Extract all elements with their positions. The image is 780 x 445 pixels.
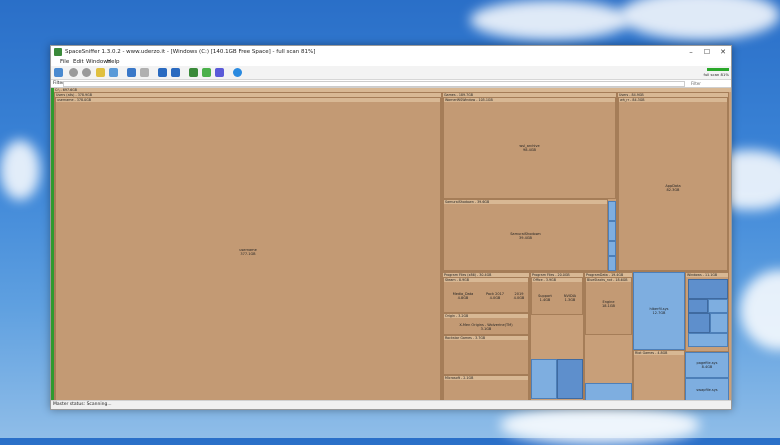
status-bar: Master status: Scanning... xyxy=(51,400,731,409)
riot-header: Riot Games - 4.8GB xyxy=(634,351,684,355)
riot-folder[interactable]: Riot Games - 4.8GB xyxy=(633,350,685,402)
rockstar-folder[interactable]: Rockstar Games - 3.7GB xyxy=(443,335,529,375)
back-icon[interactable] xyxy=(69,68,78,77)
program-files-folder[interactable]: Program Files - 20.0GB Office - 3.9GB Su… xyxy=(530,272,584,402)
pack-size: 4.0GB xyxy=(489,296,501,300)
pd-files-block[interactable] xyxy=(585,383,632,401)
xmen-size: 3.1GB xyxy=(480,327,492,331)
treemap: C:\ - 697.6GB Users (alls) - 378.9GB use… xyxy=(51,88,731,402)
folder-icon[interactable] xyxy=(96,68,105,77)
cube-icon[interactable] xyxy=(158,68,167,77)
win-block-1[interactable] xyxy=(688,279,728,299)
hiberfil-file[interactable]: hiberfil.sys 12.7GB xyxy=(633,272,685,350)
forward-icon[interactable] xyxy=(82,68,91,77)
users-folder[interactable]: Users - 84.9GB wh_rr - 84.3GB AppData 82… xyxy=(617,92,729,272)
star-icon[interactable] xyxy=(202,68,211,77)
binoculars-icon[interactable] xyxy=(215,68,224,77)
support-size: 1.4GB xyxy=(539,298,551,302)
scan-progress-bar xyxy=(707,68,729,71)
pagefile-size: 8.4GB xyxy=(701,365,713,369)
pf-files-block[interactable] xyxy=(531,359,557,399)
win-block-2[interactable] xyxy=(688,299,708,313)
nvidia-size: 1.3GB xyxy=(564,298,576,302)
minimize-button[interactable]: – xyxy=(683,46,699,58)
username-folder[interactable]: username - 378.0GB username 377.1GB xyxy=(55,97,441,401)
help-icon[interactable] xyxy=(233,68,242,77)
microsoft-header: Microsoft - 2.1GB xyxy=(444,376,528,380)
pagefile-file[interactable]: pagefile.sys 8.4GB xyxy=(685,352,729,378)
maximize-button[interactable]: ☐ xyxy=(699,46,715,58)
status-text: Master status: Scanning... xyxy=(53,402,112,407)
hiberfil-size: 12.7GB xyxy=(652,311,666,315)
microsoft-folder[interactable]: Microsoft - 2.1GB xyxy=(443,375,529,401)
media-data-size: 4.8GB xyxy=(457,296,469,300)
small-file-4[interactable] xyxy=(608,256,616,271)
menu-file[interactable]: File xyxy=(60,58,69,66)
office-header: Office - 3.9GB xyxy=(532,278,582,282)
menu-edit[interactable]: Edit xyxy=(73,58,84,66)
username-size: 377.1GB xyxy=(240,252,256,256)
rockstar-header: Rockstar Games - 3.7GB xyxy=(444,336,528,340)
programdata-folder[interactable]: ProgramData - 19.4GB BlueStacks_nxt - 18… xyxy=(584,272,633,402)
windows-folder[interactable]: Windows - 11.1GB xyxy=(685,272,729,352)
steam-folder[interactable]: Steam - 8.9GB Media_Data 4.8GB Pack 2017… xyxy=(443,277,529,313)
app-window: SpaceSniffer 1.3.0.2 - www.uderzo.it - [… xyxy=(50,45,732,410)
window-title: SpaceSniffer 1.3.0.2 - www.uderzo.it - [… xyxy=(65,49,316,55)
refresh-icon[interactable] xyxy=(109,68,118,77)
office-folder[interactable]: Office - 3.9GB Support 1.4GB NVIDIA 1.3G… xyxy=(531,277,583,315)
windows-header: Windows - 11.1GB xyxy=(686,273,728,277)
cube-detail-icon[interactable] xyxy=(171,68,180,77)
swapfile-file[interactable]: swapfile.sys xyxy=(685,378,729,402)
wsl-folder[interactable]: WarnerWSWindow - 105.1GB wsl_archive 98.… xyxy=(443,97,616,199)
win-block-3[interactable] xyxy=(708,299,728,313)
app-icon xyxy=(54,48,62,56)
wsl-file-size: 98.4GB xyxy=(523,148,536,152)
games-folder[interactable]: Games - 189.7GB WarnerWSWindow - 105.1GB… xyxy=(442,92,617,272)
samurai-folder[interactable]: SamuraiShodown - 39.6GB SamuraiShodown 3… xyxy=(443,199,608,271)
menu-help[interactable]: Help xyxy=(107,58,120,66)
filter-hint: Filter xyxy=(691,81,701,86)
origin-folder[interactable]: Origin - 3.2GB X-Men Origins - Wolverine… xyxy=(443,313,529,335)
appdata-header: wh_rr - 84.3GB xyxy=(619,98,727,102)
engine-size: 18.1GB xyxy=(602,304,615,308)
toolbar xyxy=(51,66,731,80)
appdata-folder[interactable]: wh_rr - 84.3GB AppData 82.3GB xyxy=(618,97,728,271)
close-button[interactable]: ✕ xyxy=(715,46,731,58)
new-scan-icon[interactable] xyxy=(54,68,63,77)
origin-header: Origin - 3.2GB xyxy=(444,314,528,318)
steam-header: Steam - 8.9GB xyxy=(444,278,528,282)
g2019-size: 4.0GB xyxy=(513,296,525,300)
small-file-3[interactable] xyxy=(608,241,616,256)
bluestacks-folder[interactable]: BlueStacks_nxt - 18.6GB Engine 18.1GB xyxy=(585,277,632,335)
appdata-size: 82.3GB xyxy=(666,188,680,192)
scan-progress-text: full scan 81% xyxy=(703,72,729,77)
win-block-6[interactable] xyxy=(688,333,728,347)
users-all-folder[interactable]: Users (alls) - 378.9GB username - 378.0G… xyxy=(54,92,442,402)
win-block-5[interactable] xyxy=(710,313,728,333)
filter-icon[interactable] xyxy=(140,68,149,77)
zoom-icon[interactable] xyxy=(127,68,136,77)
small-file-1[interactable] xyxy=(608,201,616,221)
program-files-x86-folder[interactable]: Program Files (x86) - 30.4GB Steam - 8.9… xyxy=(442,272,530,402)
title-bar[interactable]: SpaceSniffer 1.3.0.2 - www.uderzo.it - [… xyxy=(51,46,731,58)
samurai-header: SamuraiShodown - 39.6GB xyxy=(444,200,607,204)
menu-bar: File Edit Windows Help xyxy=(51,58,731,66)
filter-input[interactable] xyxy=(63,81,685,87)
swapfile-label: swapfile.sys xyxy=(696,388,718,392)
wsl-header: WarnerWSWindow - 105.1GB xyxy=(444,98,615,102)
filter-bar: Filter Filter full scan 81% xyxy=(51,68,731,88)
samurai-size: 39.4GB xyxy=(519,236,532,240)
tags-icon[interactable] xyxy=(189,68,198,77)
win-block-4[interactable] xyxy=(688,313,710,333)
pf-files-block-2[interactable] xyxy=(557,359,583,399)
small-file-2[interactable] xyxy=(608,221,616,241)
bluestacks-header: BlueStacks_nxt - 18.6GB xyxy=(586,278,631,282)
username-header: username - 378.0GB xyxy=(56,98,440,102)
